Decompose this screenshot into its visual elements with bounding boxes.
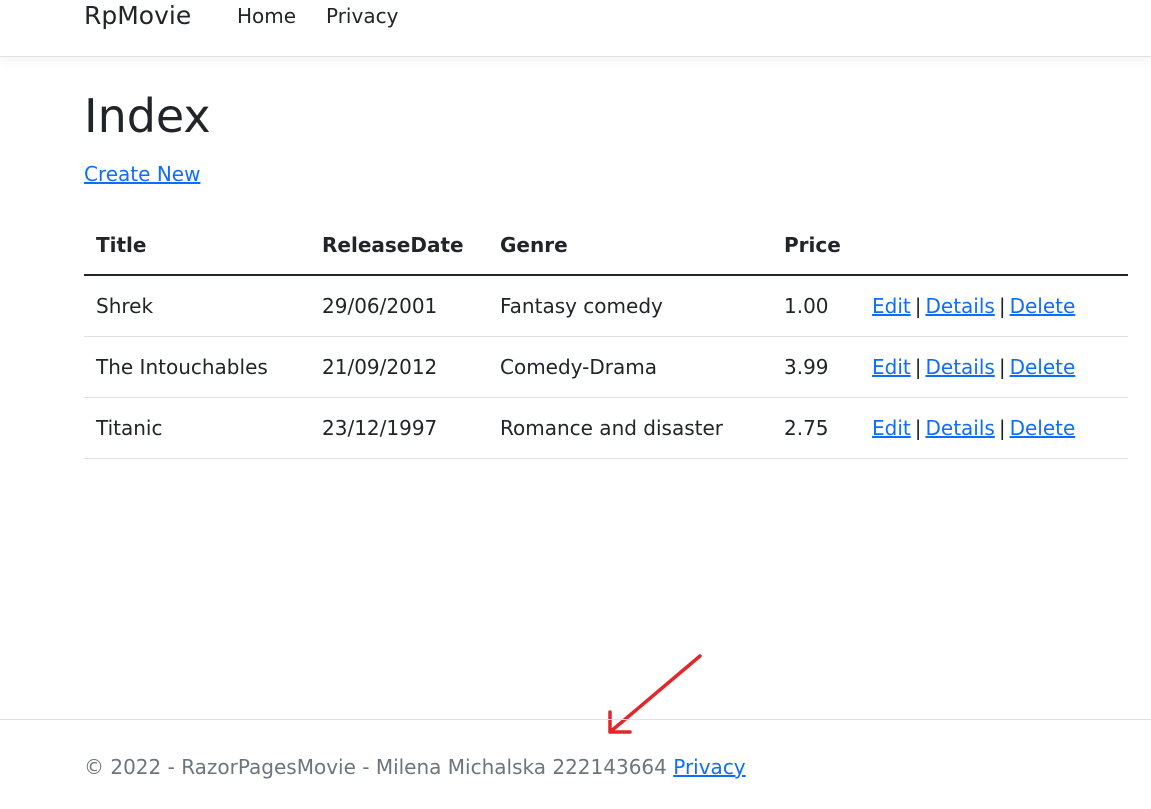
cell-release-date: 29/06/2001 [310, 275, 488, 337]
footer-copyright: © 2022 - RazorPagesMovie - Milena Michal… [84, 755, 667, 779]
table-row: Titanic 23/12/1997 Romance and disaster … [84, 397, 1128, 459]
header-genre: Genre [488, 215, 772, 276]
header-actions [860, 215, 1128, 276]
cell-price: 2.75 [772, 397, 860, 459]
table-row: Shrek 29/06/2001 Fantasy comedy 1.00 Edi… [84, 275, 1128, 337]
cell-release-date: 23/12/1997 [310, 397, 488, 459]
page-title: Index [84, 89, 211, 143]
details-link[interactable]: Details [925, 416, 994, 440]
movies-table: Title ReleaseDate Genre Price Shrek 29/0… [84, 215, 1128, 459]
delete-link[interactable]: Delete [1010, 416, 1076, 440]
cell-title: The Intouchables [84, 336, 310, 398]
cell-actions: Edit | Details | Delete [860, 336, 1128, 398]
details-link[interactable]: Details [925, 355, 994, 379]
cell-genre: Fantasy comedy [488, 275, 772, 337]
footer: © 2022 - RazorPagesMovie - Milena Michal… [0, 719, 1151, 809]
header-release-date: ReleaseDate [310, 215, 488, 276]
edit-link[interactable]: Edit [872, 294, 911, 318]
create-new-link[interactable]: Create New [84, 160, 200, 188]
table-row: The Intouchables 21/09/2012 Comedy-Drama… [84, 336, 1128, 398]
cell-actions: Edit | Details | Delete [860, 397, 1128, 459]
cell-title: Titanic [84, 397, 310, 459]
action-separator: | [998, 354, 1006, 379]
details-link[interactable]: Details [925, 294, 994, 318]
cell-genre: Comedy-Drama [488, 336, 772, 398]
cell-price: 1.00 [772, 275, 860, 337]
navbar: RpMovie Home Privacy [0, 0, 1151, 57]
cell-release-date: 21/09/2012 [310, 336, 488, 398]
cell-title: Shrek [84, 275, 310, 337]
delete-link[interactable]: Delete [1010, 355, 1076, 379]
action-separator: | [998, 415, 1006, 440]
action-separator: | [914, 415, 922, 440]
action-separator: | [914, 293, 922, 318]
header-title: Title [84, 215, 310, 276]
cell-price: 3.99 [772, 336, 860, 398]
nav-link-privacy[interactable]: Privacy [326, 2, 398, 30]
edit-link[interactable]: Edit [872, 416, 911, 440]
cell-actions: Edit | Details | Delete [860, 275, 1128, 337]
nav-link-home[interactable]: Home [237, 2, 296, 30]
brand-link[interactable]: RpMovie [84, 0, 191, 34]
action-separator: | [998, 293, 1006, 318]
edit-link[interactable]: Edit [872, 355, 911, 379]
footer-privacy-link[interactable]: Privacy [673, 755, 745, 779]
cell-genre: Romance and disaster [488, 397, 772, 459]
action-separator: | [914, 354, 922, 379]
header-price: Price [772, 215, 860, 276]
footer-text: © 2022 - RazorPagesMovie - Milena Michal… [84, 753, 746, 781]
delete-link[interactable]: Delete [1010, 294, 1076, 318]
table-header-row: Title ReleaseDate Genre Price [84, 215, 1128, 276]
